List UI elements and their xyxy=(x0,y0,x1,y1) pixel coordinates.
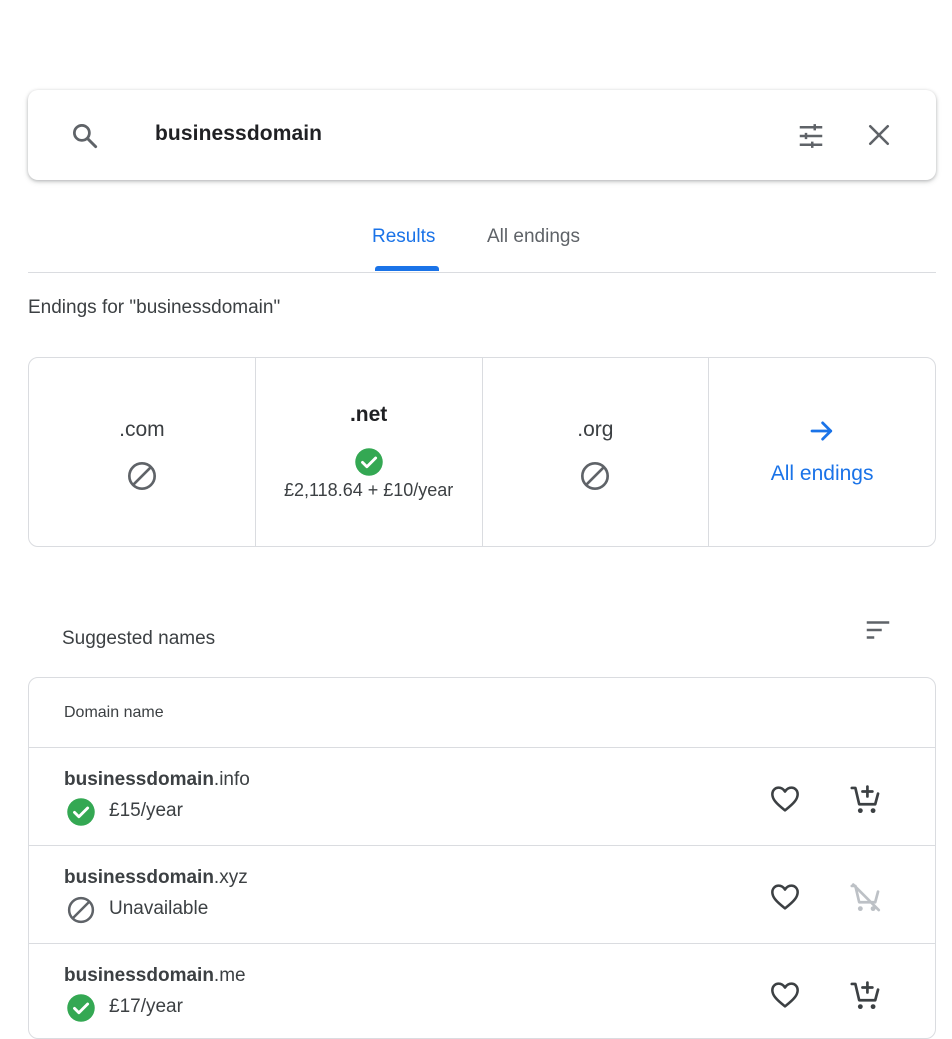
unavailable-icon xyxy=(67,896,95,924)
domain-status: Unavailable xyxy=(109,898,209,919)
all-endings-link[interactable]: All endings xyxy=(709,462,935,486)
domain-name: businessdomain.me xyxy=(64,965,246,986)
favorite-heart-icon[interactable] xyxy=(769,783,801,815)
ending-card-com[interactable]: .com xyxy=(29,358,256,546)
unavailable-icon xyxy=(127,462,156,490)
suggested-list: Domain name businessdomain.info £15/year… xyxy=(28,677,936,1039)
tab-all-endings[interactable]: All endings xyxy=(487,226,580,248)
available-check-icon xyxy=(67,798,95,826)
unavailable-icon xyxy=(581,462,610,490)
favorite-heart-icon[interactable] xyxy=(769,979,801,1011)
tab-bar: Results All endings xyxy=(28,210,936,273)
close-icon[interactable] xyxy=(865,121,893,149)
search-icon[interactable] xyxy=(70,121,100,151)
add-to-cart-icon[interactable] xyxy=(849,783,883,817)
domain-name: businessdomain.info xyxy=(64,769,250,790)
domain-row[interactable]: businessdomain.xyz Unavailable xyxy=(29,846,935,944)
all-endings-card[interactable]: All endings xyxy=(709,358,935,546)
domain-row[interactable]: businessdomain.info £15/year xyxy=(29,748,935,846)
active-tab-indicator xyxy=(375,266,439,271)
ending-name: .org xyxy=(577,418,614,441)
filter-tune-icon[interactable] xyxy=(796,121,826,151)
arrow-right-icon xyxy=(810,421,833,441)
domain-row[interactable]: businessdomain.me £17/year xyxy=(29,944,935,1038)
domain-name: businessdomain.xyz xyxy=(64,867,248,888)
available-check-icon xyxy=(354,448,383,476)
sort-icon[interactable] xyxy=(863,615,893,645)
favorite-heart-icon[interactable] xyxy=(769,881,801,913)
ending-name: .com xyxy=(119,418,165,441)
domain-price: £15/year xyxy=(109,800,183,821)
ending-name: .net xyxy=(349,403,388,426)
search-input[interactable]: businessdomain xyxy=(155,122,322,146)
domain-price: £17/year xyxy=(109,996,183,1017)
available-check-icon xyxy=(67,994,95,1022)
suggested-heading: Suggested names xyxy=(62,628,216,649)
endings-heading: Endings for "businessdomain" xyxy=(28,297,281,318)
add-to-cart-icon[interactable] xyxy=(849,979,883,1013)
cart-unavailable-icon xyxy=(850,883,881,912)
ending-card-net[interactable]: .net £2,118.64 + £10/year xyxy=(256,358,483,546)
tab-results[interactable]: Results xyxy=(372,226,435,248)
ending-price: £2,118.64 + £10/year xyxy=(283,480,454,500)
endings-grid: .com .net £2,118.64 + £10/year .org All … xyxy=(28,357,936,547)
ending-card-org[interactable]: .org xyxy=(483,358,710,546)
column-header-domain: Domain name xyxy=(64,704,164,721)
list-header: Domain name xyxy=(29,678,935,748)
